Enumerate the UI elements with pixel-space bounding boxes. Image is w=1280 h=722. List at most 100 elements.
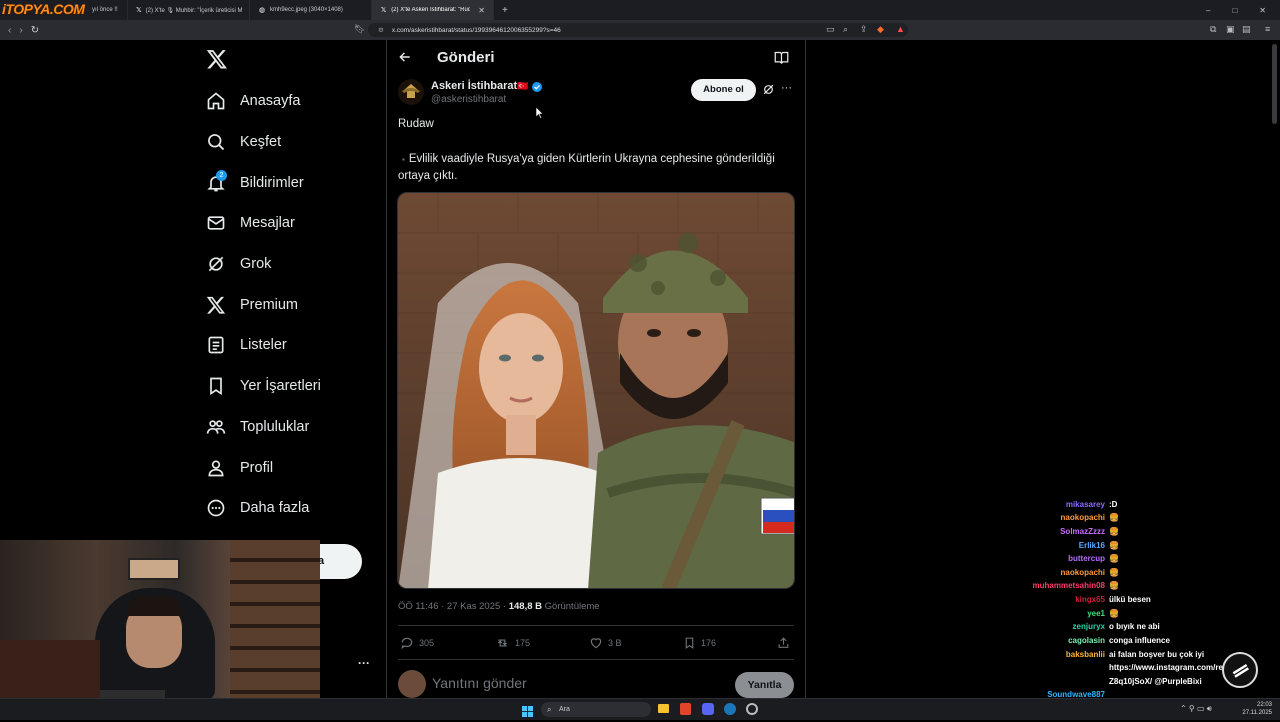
- clock[interactable]: 22:03 27.11.2025: [1240, 701, 1272, 717]
- share-icon: [778, 637, 789, 648]
- menu-icon[interactable]: ≡: [1265, 24, 1270, 34]
- avatar[interactable]: [398, 79, 424, 105]
- chat-username[interactable]: baksbanlii: [1066, 650, 1105, 659]
- sidebar-item-home[interactable]: Anasayfa: [206, 86, 300, 116]
- reply-submit-button[interactable]: Yanıtla: [735, 672, 794, 698]
- communities-icon: [206, 420, 226, 434]
- more-circle-icon: [207, 499, 225, 517]
- x-logo[interactable]: [206, 48, 228, 75]
- sidebar-item-label: Mesajlar: [240, 215, 295, 231]
- sidebar-item-messages[interactable]: Mesajlar: [206, 208, 295, 238]
- chat-username[interactable]: kingx65: [1075, 595, 1105, 604]
- reload-icon[interactable]: ↻: [31, 25, 39, 36]
- zoom-icon[interactable]: ⌕: [843, 24, 848, 35]
- sidebar-item-premium[interactable]: Premium: [206, 290, 298, 320]
- eagle-emblem-icon: [402, 84, 420, 98]
- sidebar-item-explore[interactable]: Keşfet: [206, 127, 281, 157]
- share-icon[interactable]: ⇪: [860, 24, 868, 35]
- scrollbar-thumb[interactable]: [1272, 44, 1277, 124]
- account-more-icon[interactable]: ···: [358, 656, 370, 670]
- taskbar-search[interactable]: ⌕ Ara: [541, 702, 651, 717]
- extensions-icon[interactable]: ⧉: [1210, 24, 1216, 35]
- reply-button[interactable]: 305: [400, 636, 434, 650]
- streamer-hair: [126, 596, 182, 616]
- steam-icon[interactable]: [724, 703, 736, 715]
- subscribe-button[interactable]: Abone ol: [691, 79, 756, 101]
- x-logo-icon: 𝕏: [136, 7, 142, 14]
- windows-start-icon[interactable]: [522, 704, 533, 717]
- bookmark-button[interactable]: 176: [683, 636, 716, 650]
- maximize-button[interactable]: □: [1232, 6, 1237, 15]
- sidebar-item-more[interactable]: Daha fazla: [206, 493, 309, 523]
- sidebar-item-communities[interactable]: Topluluklar: [206, 412, 309, 442]
- sidebar-item-notifications[interactable]: 2 Bildirimler: [206, 168, 304, 198]
- reader-mode-button[interactable]: [774, 51, 789, 69]
- tab-4-active[interactable]: 𝕏 (2) X'te Askeri İstihbarat: "Rud ✕: [372, 0, 494, 20]
- more-options-icon[interactable]: ···: [781, 82, 792, 94]
- site-info-icon[interactable]: ⚙: [378, 26, 384, 34]
- tray-icons[interactable]: ⌃ ⚲ ▭ 🔊︎: [1180, 704, 1212, 714]
- bookmark-page-icon[interactable]: 🔖︎: [354, 24, 365, 35]
- author-handle[interactable]: @askeristihbarat: [431, 94, 506, 105]
- chat-text: conga influence: [1109, 636, 1170, 645]
- author-name[interactable]: Askeri İstihbarat🇹🇷: [431, 80, 528, 92]
- brave-rewards-icon[interactable]: ▲: [896, 24, 905, 34]
- sidebar-item-profile[interactable]: Profil: [206, 453, 273, 483]
- new-tab-button[interactable]: +: [494, 0, 516, 20]
- tab-3[interactable]: ◍ kmh9ecc.jpeg (3040×1408): [250, 0, 372, 20]
- brave-browser-icon[interactable]: [680, 703, 691, 715]
- share-button[interactable]: [777, 636, 790, 650]
- chat-username[interactable]: muhammetsahin08: [1033, 581, 1105, 590]
- brave-shield-icon[interactable]: ◆: [877, 24, 884, 35]
- taskbar: ⌕ Ara ⌃ ⚲ ▭ 🔊︎ 22:03 27.11.2025: [0, 698, 1280, 720]
- minimize-button[interactable]: –: [1206, 6, 1210, 15]
- sidebar-item-grok[interactable]: Grok: [206, 249, 271, 279]
- chat-username[interactable]: SolmazZzzz: [1060, 527, 1105, 536]
- forward-arrow-icon[interactable]: ›: [19, 25, 22, 36]
- clock-time: 22:03: [1256, 702, 1272, 708]
- tweet-source: Rudaw: [398, 118, 434, 130]
- chat-text: 🍔: [1109, 527, 1119, 536]
- webcam-overlay: [0, 540, 320, 700]
- chat-text: 🍔: [1109, 513, 1119, 522]
- obs-icon[interactable]: [746, 703, 758, 715]
- chat-text: o bıyık ne abi: [1109, 622, 1160, 631]
- chat-username[interactable]: naokopachi: [1061, 513, 1105, 522]
- chat-message: mikasarey:D: [900, 500, 1280, 512]
- chat-username[interactable]: buttercup: [1068, 554, 1105, 563]
- divider: [398, 625, 794, 626]
- sidebar-item-label: Daha fazla: [240, 500, 310, 516]
- like-button[interactable]: 3 B: [589, 636, 622, 650]
- chat-username[interactable]: zenjuryx: [1073, 622, 1105, 631]
- grok-explain-button[interactable]: [762, 83, 775, 101]
- file-explorer-icon[interactable]: [658, 704, 669, 713]
- reply-input[interactable]: Yanıtını gönder: [432, 675, 527, 691]
- sidebar-toggle-icon[interactable]: ▣: [1226, 24, 1235, 35]
- chat-username[interactable]: yee1: [1087, 609, 1105, 618]
- back-arrow-icon[interactable]: ‹: [8, 25, 11, 36]
- chat-message: buttercup 🍔: [900, 554, 1280, 566]
- close-tab-icon[interactable]: ✕: [478, 6, 485, 15]
- bookmark-count: 176: [701, 638, 717, 648]
- back-button[interactable]: [398, 50, 412, 69]
- sidebar-item-bookmarks[interactable]: Yer İşaretleri: [206, 371, 321, 401]
- wallet-icon[interactable]: ▤: [1242, 24, 1251, 35]
- tweet-image[interactable]: [397, 192, 795, 589]
- chat-username[interactable]: mikasarey: [1066, 500, 1105, 509]
- reply-icon: [401, 637, 413, 650]
- sidebar-item-label: Anasayfa: [240, 93, 301, 109]
- chat-text: 🍔: [1109, 568, 1119, 577]
- sidebar-item-label: Premium: [240, 297, 299, 313]
- chat-text: 🍔: [1109, 581, 1119, 590]
- chat-username[interactable]: Erlik16: [1079, 541, 1105, 550]
- chat-username[interactable]: naokopachi: [1061, 568, 1105, 577]
- close-window-button[interactable]: ✕: [1259, 6, 1266, 15]
- cast-icon[interactable]: ▭: [826, 24, 835, 35]
- tab-2[interactable]: 𝕏 (2) X'te 🎙 Muhbir: "İçerik üreticisi M: [128, 0, 250, 20]
- tweet-time[interactable]: ÖÖ 11:46 · 27 Kas 2025 ·: [398, 601, 509, 612]
- chat-username[interactable]: cagolasin: [1068, 636, 1105, 645]
- sidebar-item-lists[interactable]: Listeler: [206, 330, 287, 360]
- avatar: [398, 670, 426, 698]
- retweet-button[interactable]: 175: [495, 636, 530, 650]
- discord-icon[interactable]: [702, 703, 714, 715]
